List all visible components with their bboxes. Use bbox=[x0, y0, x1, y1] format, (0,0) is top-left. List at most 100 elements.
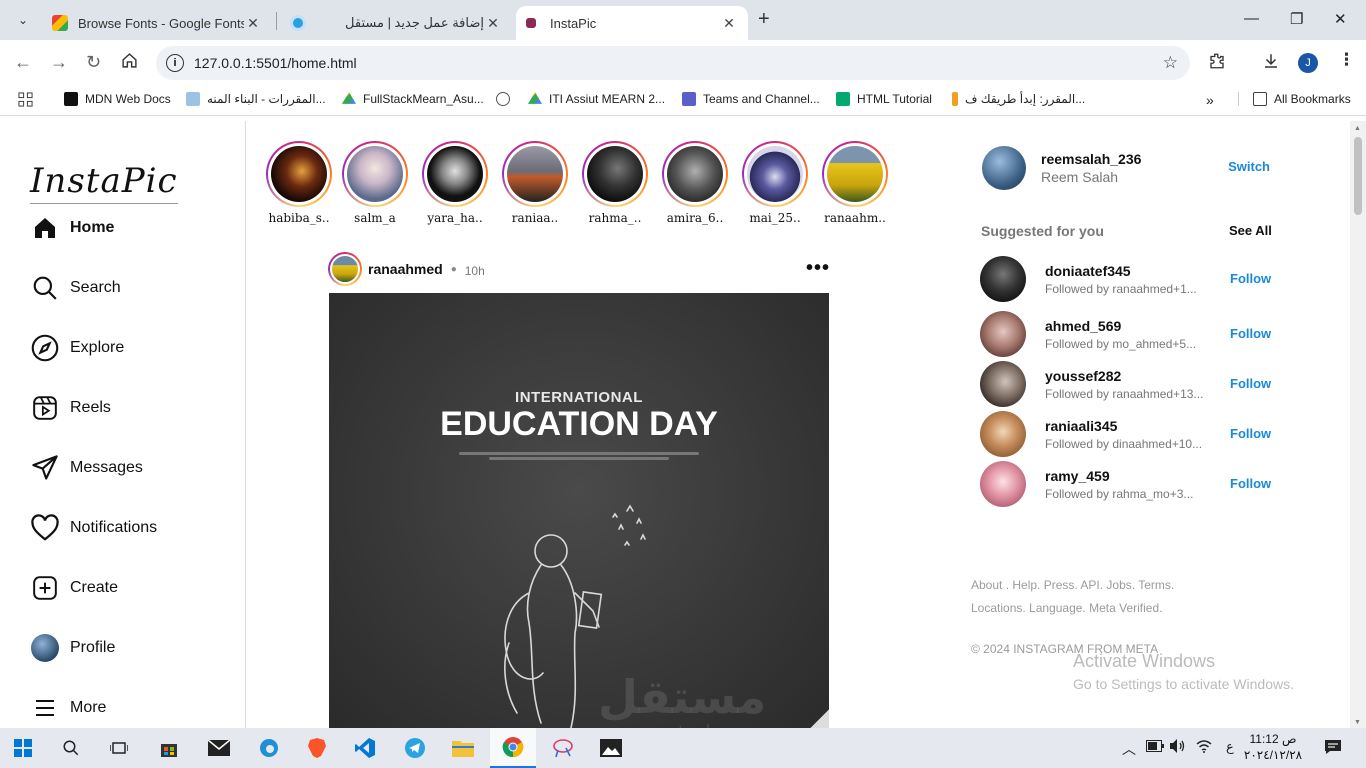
back-button[interactable]: ← bbox=[14, 52, 32, 73]
home-button[interactable] bbox=[121, 52, 138, 74]
avatar[interactable] bbox=[980, 311, 1026, 357]
avatar[interactable] bbox=[980, 461, 1026, 507]
reload-button[interactable]: ↻ bbox=[86, 52, 101, 73]
avatar[interactable] bbox=[982, 146, 1026, 190]
nav-search[interactable]: Search bbox=[30, 271, 230, 305]
show-hidden-icons-chevron-icon[interactable]: ︿ bbox=[1122, 739, 1136, 759]
post-username[interactable]: ranaahmed bbox=[368, 261, 443, 277]
all-bookmarks-button[interactable]: All Bookmarks bbox=[1238, 92, 1351, 106]
file-explorer-icon[interactable] bbox=[440, 728, 486, 768]
bookmark-courses[interactable]: المقررات - البناء المنه... bbox=[186, 92, 326, 106]
chrome-icon[interactable] bbox=[490, 728, 536, 768]
photos-icon[interactable] bbox=[588, 728, 634, 768]
bookmark-iti[interactable]: ITI Assiut MEARN 2... bbox=[528, 92, 665, 106]
close-tab-icon[interactable]: ✕ bbox=[244, 15, 262, 32]
input-language-indicator[interactable]: ع bbox=[1226, 739, 1234, 755]
start-button[interactable] bbox=[0, 728, 46, 768]
tab-search-button[interactable]: ⌄ bbox=[12, 9, 34, 31]
bookmark-fullstack[interactable]: FullStackMearn_Asu... bbox=[342, 92, 484, 106]
telegram-icon[interactable] bbox=[392, 728, 438, 768]
nav-more[interactable]: More bbox=[30, 691, 230, 725]
nav-profile[interactable]: Profile bbox=[30, 631, 230, 665]
mail-icon[interactable] bbox=[196, 728, 242, 768]
new-tab-button[interactable]: + bbox=[758, 8, 770, 31]
bookmark-mdn[interactable]: MDN Web Docs bbox=[64, 92, 171, 106]
store-icon[interactable] bbox=[146, 728, 192, 768]
address-bar[interactable]: i 127.0.0.1:5501/home.html ☆ bbox=[156, 46, 1190, 80]
avatar[interactable] bbox=[980, 411, 1026, 457]
taskbar-search-icon[interactable] bbox=[48, 728, 94, 768]
follow-button[interactable]: Follow bbox=[1230, 426, 1271, 441]
task-view-icon[interactable] bbox=[96, 728, 142, 768]
story-item[interactable]: yara_ha.. bbox=[420, 141, 490, 225]
bookmark-html-tutorial[interactable]: HTML Tutorial bbox=[836, 92, 932, 106]
scrollbar-thumb[interactable] bbox=[1354, 137, 1362, 215]
bookmark-globe[interactable] bbox=[496, 92, 517, 106]
edge-icon[interactable] bbox=[246, 728, 292, 768]
post-author-avatar[interactable] bbox=[328, 252, 362, 286]
apps-grid-icon[interactable] bbox=[18, 92, 33, 107]
bookmark-teams[interactable]: Teams and Channel... bbox=[682, 92, 820, 106]
wifi-icon[interactable] bbox=[1196, 739, 1212, 756]
nav-reels[interactable]: Reels bbox=[30, 391, 230, 425]
vscode-icon[interactable] bbox=[342, 728, 388, 768]
more-bookmarks-chevron-icon[interactable]: » bbox=[1206, 92, 1214, 108]
see-all-link[interactable]: See All bbox=[1229, 223, 1272, 238]
story-item[interactable]: amira_6.. bbox=[660, 141, 730, 225]
nav-explore[interactable]: Explore bbox=[30, 331, 230, 365]
story-item[interactable]: ranaahm.. bbox=[820, 141, 890, 225]
nav-home[interactable]: Home bbox=[30, 211, 230, 245]
tab-mostaql[interactable]: إضافة عمل جديد | مستقل ✕ bbox=[280, 6, 512, 40]
tab-google-fonts[interactable]: Browse Fonts - Google Fonts ✕ bbox=[42, 6, 272, 40]
volume-icon[interactable] bbox=[1170, 739, 1186, 756]
follow-button[interactable]: Follow bbox=[1230, 271, 1271, 286]
avatar[interactable] bbox=[980, 256, 1026, 302]
nav-messages[interactable]: Messages bbox=[30, 451, 230, 485]
tab-instapic[interactable]: InstaPic ✕ bbox=[516, 6, 748, 40]
follow-button[interactable]: Follow bbox=[1230, 326, 1271, 341]
snipping-tool-icon[interactable] bbox=[540, 728, 586, 768]
close-tab-icon[interactable]: ✕ bbox=[484, 15, 502, 32]
suggestion-username[interactable]: doniaatef345 bbox=[1045, 263, 1215, 279]
close-window-button[interactable]: ✕ bbox=[1334, 10, 1347, 28]
restore-button[interactable]: ❐ bbox=[1290, 10, 1303, 28]
switch-button[interactable]: Switch bbox=[1228, 159, 1270, 174]
suggestion-username[interactable]: raniaali345 bbox=[1045, 418, 1215, 434]
notification-center-icon[interactable] bbox=[1324, 739, 1342, 758]
menu-kebab-icon[interactable]: ⋮ bbox=[1338, 50, 1355, 70]
story-item[interactable]: habiba_s.. bbox=[264, 141, 334, 225]
system-clock[interactable]: 11:12 ص ٢٠٢٤/١٢/٢٨ bbox=[1240, 731, 1306, 763]
suggestion-username[interactable]: ramy_459 bbox=[1045, 468, 1215, 484]
info-icon[interactable]: i bbox=[166, 54, 184, 72]
bookmark-star-icon[interactable]: ☆ bbox=[1163, 53, 1178, 73]
suggestion-username[interactable]: ahmed_569 bbox=[1045, 318, 1215, 334]
current-username[interactable]: reemsalah_236 bbox=[1041, 151, 1141, 167]
post-image[interactable]: INTERNATIONAL EDUCATION DAY bbox=[329, 293, 829, 728]
nav-create[interactable]: Create bbox=[30, 571, 230, 605]
forward-button[interactable]: → bbox=[50, 52, 68, 73]
battery-icon[interactable] bbox=[1146, 739, 1164, 755]
profile-avatar-button[interactable]: J bbox=[1298, 53, 1318, 73]
follow-button[interactable]: Follow bbox=[1230, 376, 1271, 391]
story-item[interactable]: salm_a bbox=[340, 141, 410, 225]
story-item[interactable]: rahma_.. bbox=[580, 141, 650, 225]
avatar[interactable] bbox=[980, 361, 1026, 407]
more-options-icon[interactable]: ••• bbox=[806, 257, 830, 280]
scroll-down-icon[interactable]: ▼ bbox=[1354, 719, 1361, 726]
logo[interactable]: InstaPic bbox=[30, 161, 178, 204]
suggestion-username[interactable]: youssef282 bbox=[1045, 368, 1215, 384]
scroll-up-icon[interactable]: ▲ bbox=[1354, 125, 1361, 132]
story-item[interactable]: mai_25.. bbox=[740, 141, 810, 225]
minimize-button[interactable]: — bbox=[1244, 10, 1259, 27]
close-tab-icon[interactable]: ✕ bbox=[720, 15, 738, 32]
brave-icon[interactable] bbox=[294, 728, 340, 768]
bookmark-course[interactable]: المقرر: إبدأ طريقك ف... bbox=[952, 92, 1085, 106]
nav-notifications[interactable]: Notifications bbox=[30, 511, 230, 545]
footer-links[interactable]: About . Help. Press. API. Jobs. Terms. bbox=[971, 578, 1291, 592]
page-scrollbar[interactable]: ▲ ▼ bbox=[1350, 121, 1366, 728]
follow-button[interactable]: Follow bbox=[1230, 476, 1271, 491]
story-item[interactable]: raniaa.. bbox=[500, 141, 570, 225]
download-icon[interactable] bbox=[1262, 52, 1280, 75]
footer-links-2[interactable]: Locations. Language. Meta Verified. bbox=[971, 601, 1291, 615]
extensions-icon[interactable] bbox=[1208, 52, 1226, 75]
